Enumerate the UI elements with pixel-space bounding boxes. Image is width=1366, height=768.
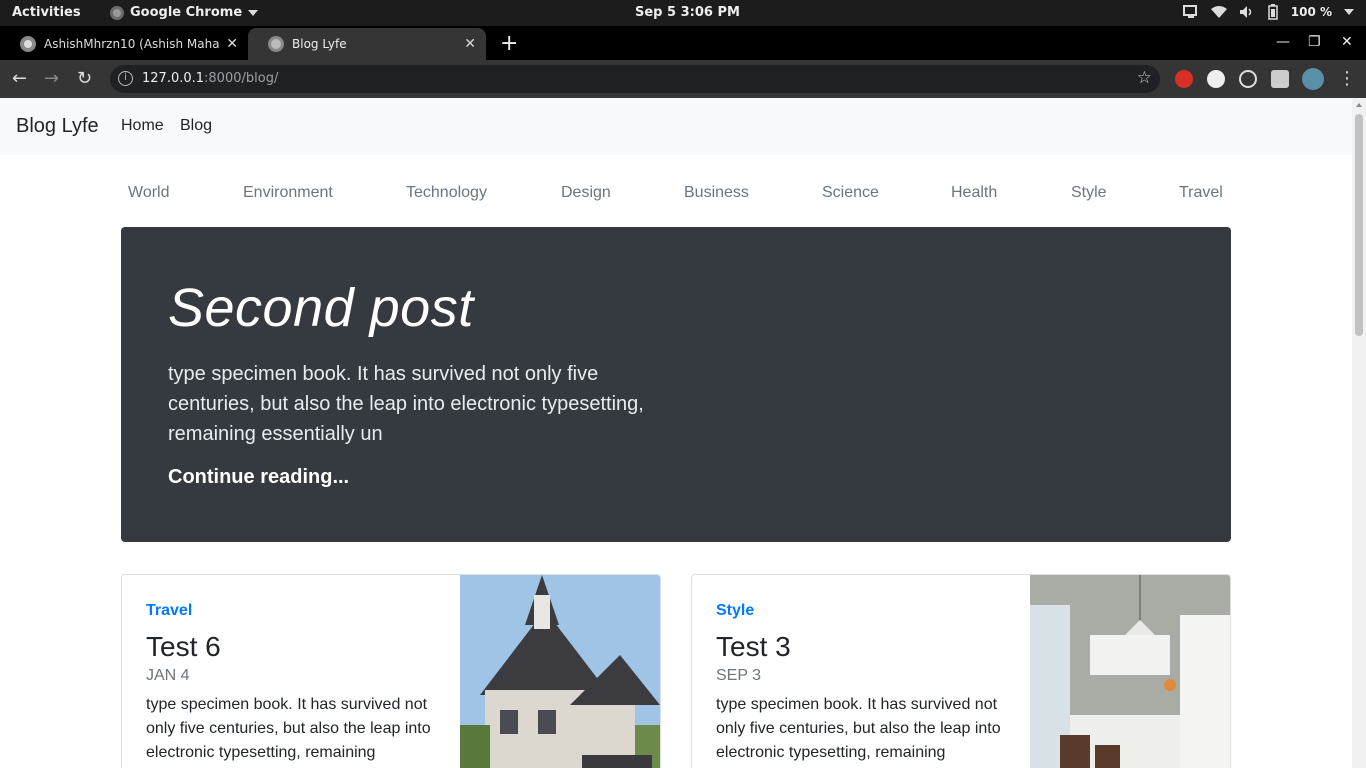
new-tab-icon[interactable]: +: [500, 31, 518, 56]
wifi-icon: [1210, 6, 1227, 18]
chevron-down-icon: [248, 9, 259, 16]
post-excerpt: type specimen book. It has survived not …: [716, 696, 1001, 761]
browser-toolbar: ← → ↻ i 127.0.0.1:8000/blog/ ☆ ⋮: [0, 60, 1366, 98]
post-date: JAN 4: [146, 667, 190, 684]
clock[interactable]: Sep 5 3:06 PM: [635, 5, 740, 20]
scroll-up-icon[interactable]: [1356, 103, 1362, 107]
category-technology[interactable]: Technology: [406, 184, 487, 202]
post-excerpt: type specimen book. It has survived not …: [146, 696, 431, 761]
category-environment[interactable]: Environment: [243, 184, 333, 202]
url-text[interactable]: 127.0.0.1:8000/blog/: [142, 71, 278, 86]
chrome-icon: [110, 5, 124, 20]
minimize-icon[interactable]: —: [1276, 34, 1290, 50]
site-navbar: Blog Lyfe Home Blog: [0, 98, 1352, 155]
house-thumbnail-image: [460, 575, 660, 768]
featured-post-title: Second post: [168, 278, 474, 338]
address-bar[interactable]: i 127.0.0.1:8000/blog/ ☆: [110, 65, 1160, 93]
reload-icon[interactable]: ↻: [77, 68, 92, 89]
tab-strip: AshishMhrzn10 (Ashish Maharjan) ✕ Blog L…: [0, 26, 1366, 60]
scrollbar-thumb[interactable]: [1355, 114, 1363, 336]
close-tab-icon[interactable]: ✕: [226, 36, 238, 52]
continue-reading-link[interactable]: Continue reading...: [168, 466, 349, 489]
forward-icon[interactable]: →: [44, 68, 59, 89]
category-business[interactable]: Business: [684, 184, 749, 202]
post-card: Travel Test 6 JAN 4 type specimen book. …: [121, 574, 661, 768]
volume-icon: [1239, 6, 1251, 18]
bookmark-star-icon[interactable]: ☆: [1137, 68, 1152, 88]
category-world[interactable]: World: [128, 184, 170, 202]
extensions-puzzle-icon[interactable]: [1271, 70, 1289, 88]
app-menu[interactable]: Google Chrome: [110, 5, 259, 20]
post-category: Travel: [146, 602, 193, 619]
tab-title: Blog Lyfe: [292, 37, 347, 51]
extension-stop-icon[interactable]: [1175, 70, 1193, 88]
nav-link-blog[interactable]: Blog: [180, 117, 212, 135]
profile-avatar[interactable]: [1302, 68, 1324, 90]
nav-link-home[interactable]: Home: [121, 117, 164, 135]
tab-github[interactable]: AshishMhrzn10 (Ashish Maharjan) ✕: [0, 28, 248, 60]
post-date: SEP 3: [716, 667, 762, 684]
category-science[interactable]: Science: [822, 184, 879, 202]
post-card: Style Test 3 SEP 3 type specimen book. I…: [691, 574, 1231, 768]
extension-circle-icon[interactable]: [1207, 70, 1225, 88]
activities-button[interactable]: Activities: [12, 5, 81, 20]
tab-blog-lyfe[interactable]: Blog Lyfe ✕: [248, 28, 486, 60]
category-design[interactable]: Design: [561, 184, 611, 202]
category-style[interactable]: Style: [1071, 184, 1107, 202]
system-tray[interactable]: 100 %: [1182, 4, 1354, 20]
category-travel[interactable]: Travel: [1179, 184, 1223, 202]
post-title: Test 3: [716, 631, 791, 662]
post-category: Style: [716, 602, 755, 619]
globe-icon: [268, 36, 284, 52]
category-nav: World Environment Technology Design Busi…: [121, 184, 1231, 208]
chevron-down-icon: [1344, 9, 1354, 15]
close-tab-icon[interactable]: ✕: [464, 36, 476, 52]
display-icon: [1182, 5, 1197, 18]
kitchen-thumbnail-image: [1030, 575, 1230, 768]
back-icon[interactable]: ←: [12, 68, 27, 89]
battery-icon: [1268, 4, 1278, 20]
featured-post-jumbotron: Second post type specimen book. It has s…: [121, 227, 1231, 542]
web-page: Blog Lyfe Home Blog World Environment Te…: [0, 98, 1352, 768]
close-window-icon[interactable]: ✕: [1341, 34, 1353, 50]
github-icon: [20, 36, 36, 52]
post-title: Test 6: [146, 631, 221, 662]
extension-target-icon[interactable]: [1239, 70, 1257, 88]
info-icon[interactable]: i: [118, 71, 133, 86]
app-name: Google Chrome: [130, 5, 243, 20]
maximize-icon[interactable]: ❐: [1308, 34, 1321, 50]
category-health[interactable]: Health: [951, 184, 997, 202]
system-top-bar: Activities Google Chrome Sep 5 3:06 PM 1…: [0, 0, 1366, 26]
site-brand[interactable]: Blog Lyfe: [16, 115, 99, 138]
tab-title: AshishMhrzn10 (Ashish Maharjan): [44, 37, 219, 51]
featured-post-excerpt: type specimen book. It has survived not …: [168, 363, 644, 445]
page-scrollbar[interactable]: [1352, 98, 1366, 768]
menu-kebab-icon[interactable]: ⋮: [1338, 68, 1356, 89]
battery-percent: 100 %: [1290, 5, 1332, 19]
